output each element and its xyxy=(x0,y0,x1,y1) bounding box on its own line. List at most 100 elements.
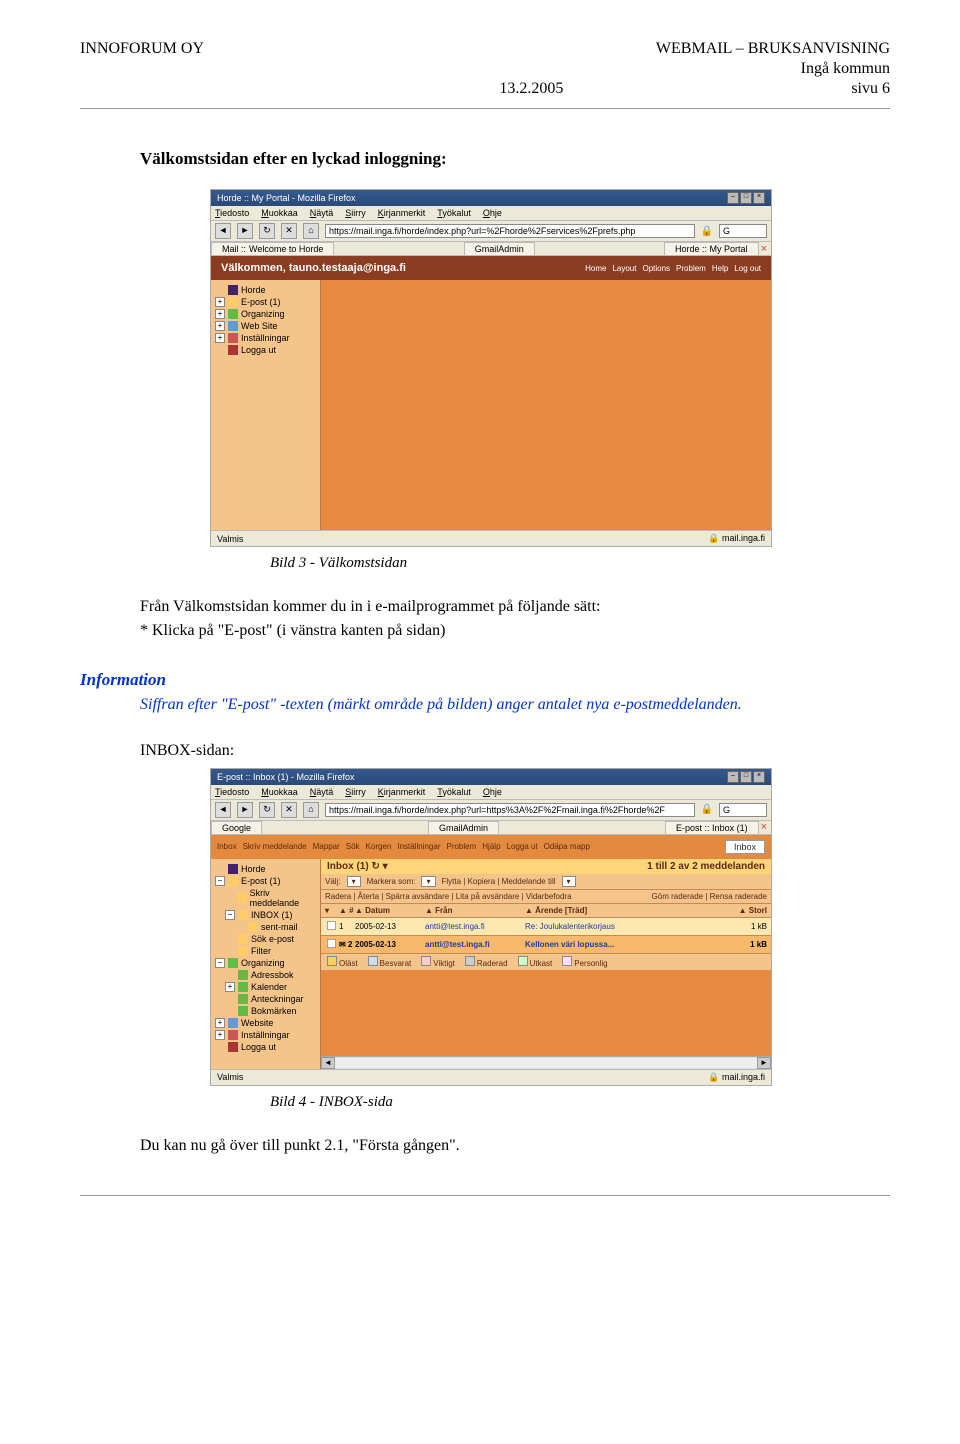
expand-box-icon[interactable]: + xyxy=(215,1018,225,1028)
toolbar-button[interactable]: Problem xyxy=(446,842,476,851)
tree-item[interactable]: sent-mail xyxy=(213,921,318,933)
menu-item[interactable]: Ohje xyxy=(483,787,502,797)
browser-tab[interactable]: E-post :: Inbox (1) xyxy=(665,821,759,834)
moveto-dropdown[interactable]: ▾ xyxy=(562,876,576,887)
browser-tab[interactable]: GmailAdmin xyxy=(428,821,499,834)
toolbar-button[interactable]: Sök xyxy=(346,842,360,851)
menu-item[interactable]: Siirry xyxy=(345,787,366,797)
col-from[interactable]: ▲ Från xyxy=(425,906,525,915)
select-dropdown[interactable]: ▾ xyxy=(347,876,361,887)
menu-item[interactable]: Kirjanmerkit xyxy=(378,208,426,218)
expand-box-icon[interactable]: + xyxy=(225,982,235,992)
mark-dropdown[interactable]: ▾ xyxy=(421,876,435,887)
top-link[interactable]: Help xyxy=(712,264,728,273)
maximize-button[interactable]: □ xyxy=(740,192,752,204)
toolbar-button[interactable]: Mappar xyxy=(313,842,340,851)
mail-row[interactable]: 1 2005-02-13 antti@test.inga.fi Re: Joul… xyxy=(321,918,771,936)
tree-item[interactable]: Horde xyxy=(213,863,318,875)
toolbar-button[interactable]: Logga ut xyxy=(507,842,538,851)
expand-box-icon[interactable]: − xyxy=(225,910,235,920)
tab-close-icon[interactable]: × xyxy=(761,243,771,255)
expand-box-icon[interactable]: + xyxy=(215,1030,225,1040)
row-checkbox[interactable] xyxy=(327,921,336,930)
expand-box-icon[interactable]: + xyxy=(215,321,225,331)
tree-item[interactable]: Bokmärken xyxy=(213,1005,318,1017)
row-from[interactable]: antti@test.inga.fi xyxy=(425,940,525,949)
tab-close-icon[interactable]: × xyxy=(761,821,771,833)
menu-item[interactable]: Näytä xyxy=(310,208,334,218)
minimize-button[interactable]: – xyxy=(727,192,739,204)
refresh-icon[interactable]: ↻ xyxy=(371,861,379,872)
top-link[interactable]: Problem xyxy=(676,264,706,273)
scroll-right-button[interactable]: ► xyxy=(757,1057,771,1069)
tree-item[interactable]: +Inställningar xyxy=(213,1029,318,1041)
close-button[interactable]: × xyxy=(753,771,765,783)
tree-item[interactable]: Filter xyxy=(213,945,318,957)
browser-tab[interactable]: Horde :: My Portal xyxy=(664,242,759,255)
menu-item[interactable]: Näytä xyxy=(310,787,334,797)
menu-item[interactable]: Ohje xyxy=(483,208,502,218)
action-links-2[interactable]: Radera | Återta | Spärra avsändare | Lit… xyxy=(325,892,572,901)
close-button[interactable]: × xyxy=(753,192,765,204)
toolbar-button[interactable]: Inställningar xyxy=(397,842,440,851)
reload-button[interactable]: ↻ xyxy=(259,223,275,239)
menu-item[interactable]: Muokkaa xyxy=(261,208,298,218)
col-subject[interactable]: ▲ Ärende [Träd] xyxy=(525,906,722,915)
expand-box-icon[interactable]: − xyxy=(215,876,225,886)
browser-tab[interactable]: GmailAdmin xyxy=(464,242,535,255)
tree-item[interactable]: +Inställningar xyxy=(213,332,318,344)
folder-dropdown[interactable]: Inbox xyxy=(725,840,765,854)
tree-item[interactable]: +Organizing xyxy=(213,308,318,320)
expand-box-icon[interactable]: + xyxy=(215,309,225,319)
action-links[interactable]: Flytta | Kopiera | Meddelande till xyxy=(442,877,556,886)
minimize-button[interactable]: – xyxy=(727,771,739,783)
tree-item[interactable]: −INBOX (1) xyxy=(213,909,318,921)
mail-row[interactable]: ✉ 2 2005-02-13 antti@test.inga.fi Kellon… xyxy=(321,936,771,954)
col-check[interactable]: ▾ xyxy=(325,906,339,915)
search-box[interactable]: G xyxy=(719,803,767,817)
browser-tab[interactable]: Mail :: Welcome to Horde xyxy=(211,242,334,255)
menu-item[interactable]: Muokkaa xyxy=(261,787,298,797)
back-button[interactable]: ◄ xyxy=(215,802,231,818)
tree-item[interactable]: +E-post (1) xyxy=(213,296,318,308)
top-link[interactable]: Home xyxy=(585,264,606,273)
expand-box-icon[interactable]: + xyxy=(215,297,225,307)
tree-item[interactable]: Logga ut xyxy=(213,1041,318,1053)
tree-item[interactable]: Horde xyxy=(213,284,318,296)
reload-button[interactable]: ↻ xyxy=(259,802,275,818)
tree-item[interactable]: Anteckningar xyxy=(213,993,318,1005)
tree-item[interactable]: +Kalender xyxy=(213,981,318,993)
top-link[interactable]: Log out xyxy=(734,264,761,273)
row-subject[interactable]: Kellonen väri lopussa... xyxy=(525,940,722,949)
expand-box-icon[interactable]: + xyxy=(215,333,225,343)
menu-item[interactable]: Tiedosto xyxy=(215,787,249,797)
tree-item[interactable]: Skriv meddelande xyxy=(213,887,318,909)
tree-item[interactable]: −Organizing xyxy=(213,957,318,969)
toolbar-button[interactable]: Korgen xyxy=(366,842,392,851)
toolbar-button[interactable]: Hjälp xyxy=(482,842,500,851)
home-button[interactable]: ⌂ xyxy=(303,802,319,818)
action-links-right[interactable]: Göm raderade | Rensa raderade xyxy=(652,892,767,901)
stop-button[interactable]: ✕ xyxy=(281,802,297,818)
forward-button[interactable]: ► xyxy=(237,802,253,818)
menu-item[interactable]: Työkalut xyxy=(437,208,471,218)
menu-item[interactable]: Siirry xyxy=(345,208,366,218)
col-date[interactable]: ▲ Datum xyxy=(355,906,425,915)
tree-item[interactable]: +Web Site xyxy=(213,320,318,332)
url-bar[interactable]: https://mail.inga.fi/horde/index.php?url… xyxy=(325,224,695,238)
horizontal-scrollbar[interactable]: ◄ ► xyxy=(321,1056,771,1069)
row-checkbox[interactable] xyxy=(327,939,336,948)
tree-item[interactable]: Adressbok xyxy=(213,969,318,981)
tree-item[interactable]: −E-post (1) xyxy=(213,875,318,887)
toolbar-button[interactable]: Skriv meddelande xyxy=(243,842,307,851)
forward-button[interactable]: ► xyxy=(237,223,253,239)
search-box[interactable]: G xyxy=(719,224,767,238)
url-bar[interactable]: https://mail.inga.fi/horde/index.php?url… xyxy=(325,803,695,817)
tree-item[interactable]: Logga ut xyxy=(213,344,318,356)
maximize-button[interactable]: □ xyxy=(740,771,752,783)
col-size[interactable]: ▲ Storl xyxy=(722,906,767,915)
menu-item[interactable]: Kirjanmerkit xyxy=(378,787,426,797)
expand-box-icon[interactable]: − xyxy=(215,958,225,968)
row-from[interactable]: antti@test.inga.fi xyxy=(425,922,525,931)
toolbar-button[interactable]: Inbox xyxy=(217,842,237,851)
